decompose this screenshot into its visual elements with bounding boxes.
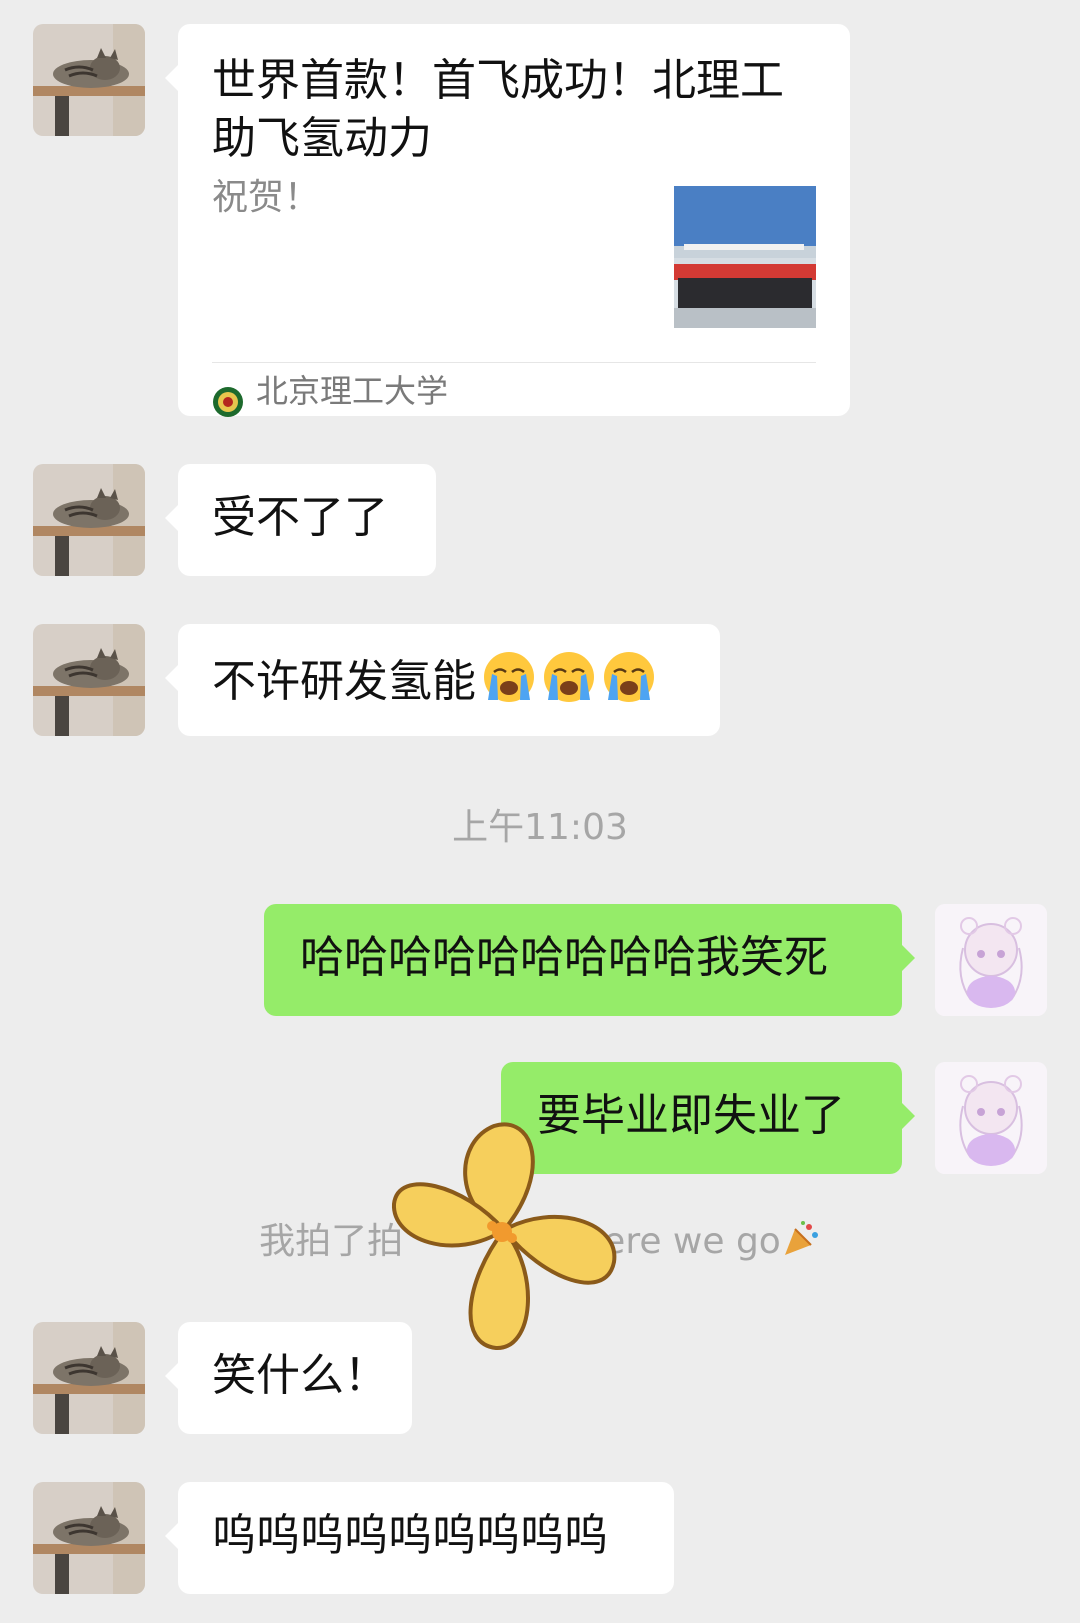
- card-thumbnail: [674, 186, 816, 328]
- cat-avatar-image: [33, 24, 145, 136]
- card-source: 北京理工大学: [256, 372, 449, 410]
- message-text: 笑什么！: [212, 1350, 388, 1401]
- message-text: 哈哈哈哈哈哈哈哈哈我笑死: [300, 932, 828, 983]
- my-avatar[interactable]: [935, 1062, 1047, 1174]
- loudly-crying-face-icon: [482, 650, 536, 704]
- card-separator: [212, 362, 816, 363]
- message-text-line: 不许研发氢能: [212, 650, 656, 710]
- university-logo-icon: [212, 376, 244, 417]
- cat-avatar-image: [33, 1322, 145, 1434]
- loudly-crying-face-icon: [542, 650, 596, 704]
- message-bubble-incoming[interactable]: 受不了了: [165, 464, 436, 576]
- message-bubble-outgoing[interactable]: 哈哈哈哈哈哈哈哈哈我笑死: [264, 904, 915, 1016]
- message-bubble-incoming[interactable]: 笑什么！: [165, 1322, 412, 1434]
- anime-girl-avatar-image: [935, 1062, 1047, 1174]
- cat-avatar-image: [33, 464, 145, 576]
- message-bubble-incoming[interactable]: 呜呜呜呜呜呜呜呜呜: [165, 1482, 674, 1594]
- message-text: 呜呜呜呜呜呜呜呜呜: [212, 1510, 608, 1561]
- contact-avatar[interactable]: [33, 1482, 145, 1594]
- message-bubble-incoming[interactable]: 不许研发氢能: [165, 624, 720, 736]
- contact-avatar[interactable]: [33, 1322, 145, 1434]
- contact-avatar[interactable]: [33, 464, 145, 576]
- party-popper-icon: [784, 1221, 818, 1255]
- contact-avatar[interactable]: [33, 24, 145, 136]
- card-description: 祝贺！: [212, 177, 321, 218]
- my-avatar[interactable]: [935, 904, 1047, 1016]
- message-text: 不许研发氢能: [212, 656, 476, 707]
- loudly-crying-face-icon: [602, 650, 656, 704]
- anime-girl-avatar-image: [935, 904, 1047, 1016]
- cat-avatar-image: [33, 624, 145, 736]
- flower-sticker: [384, 1112, 624, 1358]
- article-card[interactable]: 世界首款！首飞成功！北理工助飞氢动力 祝贺！ 北京理工大学: [165, 24, 850, 417]
- flower-icon: [391, 1122, 617, 1351]
- contact-avatar[interactable]: [33, 624, 145, 736]
- group-photo-image: [674, 186, 816, 328]
- chat-timestamp: 上午11:03: [452, 807, 628, 848]
- message-text: 受不了了: [212, 492, 388, 543]
- pat-text-right: ere we go: [603, 1221, 781, 1262]
- pat-text-left: 我拍了拍: [259, 1221, 404, 1262]
- card-title: 世界首款！首飞成功！北理工助飞氢动力: [212, 55, 784, 164]
- cat-avatar-image: [33, 1482, 145, 1594]
